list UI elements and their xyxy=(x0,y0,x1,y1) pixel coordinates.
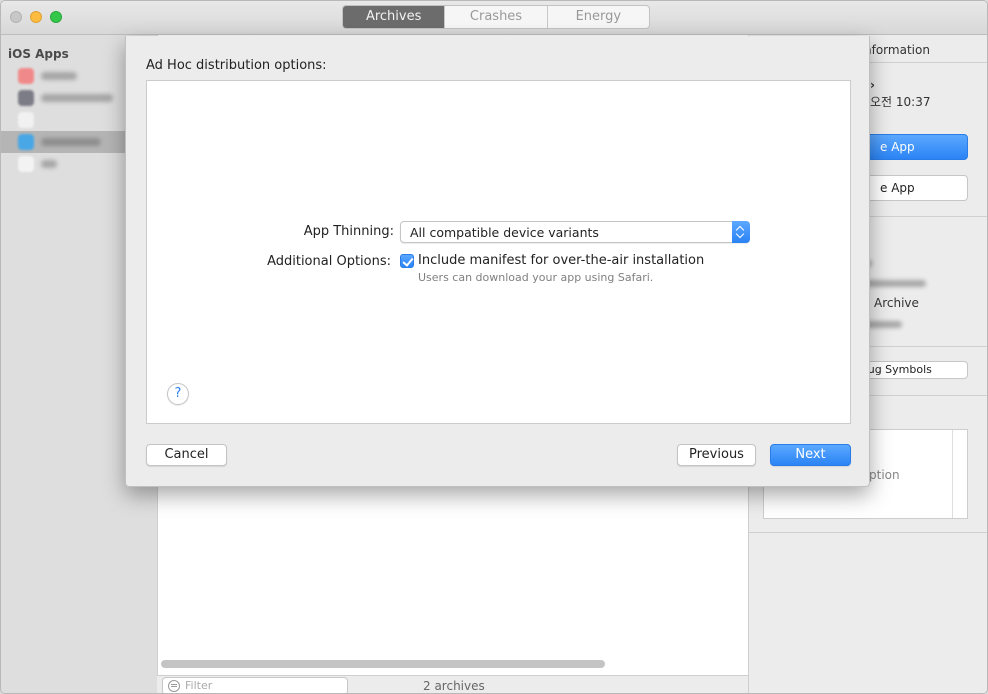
app-thinning-popup[interactable]: All compatible device variants xyxy=(400,221,750,243)
filter-icon xyxy=(168,680,180,692)
minimize-window-button[interactable] xyxy=(30,11,42,23)
organizer-tab-control: Archives Crashes Energy xyxy=(342,5,650,29)
popup-chevron-icon xyxy=(732,221,750,243)
app-icon xyxy=(18,112,34,128)
question-mark-icon: ? xyxy=(174,386,182,401)
filter-placeholder: Filter xyxy=(185,679,213,692)
sidebar-header: iOS Apps xyxy=(8,47,69,61)
tab-energy[interactable]: Energy xyxy=(548,6,649,28)
app-icon xyxy=(18,68,34,84)
next-button[interactable]: Next xyxy=(770,444,851,466)
xcode-organizer-window: Archives Crashes Energy iOS Apps Filter … xyxy=(0,0,988,694)
redacted-app-name xyxy=(41,72,77,80)
divider xyxy=(749,532,987,533)
title-bar: Archives Crashes Energy xyxy=(1,1,987,35)
cancel-button[interactable]: Cancel xyxy=(146,444,227,466)
filter-field[interactable]: Filter xyxy=(162,677,348,693)
redacted-app-name xyxy=(41,94,113,102)
options-panel: App Thinning: All compatible device vari… xyxy=(146,80,851,424)
manifest-checkbox-label[interactable]: Include manifest for over-the-air instal… xyxy=(418,253,704,268)
tab-crashes[interactable]: Crashes xyxy=(445,6,548,28)
redacted-app-name xyxy=(41,138,101,146)
sheet-title: Ad Hoc distribution options: xyxy=(146,58,327,73)
description-placeholder: ption xyxy=(869,468,900,482)
app-thinning-label: App Thinning: xyxy=(303,224,394,239)
archives-footer: Filter 2 archives xyxy=(157,675,748,693)
manifest-help-text: Users can download your app using Safari… xyxy=(418,271,654,284)
archive-count: 2 archives xyxy=(423,679,485,693)
help-button[interactable]: ? xyxy=(167,383,189,405)
distribution-options-sheet: Ad Hoc distribution options: App Thinnin… xyxy=(125,36,870,487)
additional-options-label: Additional Options: xyxy=(267,254,391,269)
previous-button[interactable]: Previous xyxy=(677,444,756,466)
redacted-app-name xyxy=(41,160,57,168)
inspector-section-title: nformation xyxy=(864,43,930,57)
description-scroll-track xyxy=(952,430,953,518)
tab-archives[interactable]: Archives xyxy=(343,6,446,28)
app-icon xyxy=(18,90,34,106)
manifest-checkbox[interactable] xyxy=(400,254,414,268)
close-window-button[interactable] xyxy=(10,11,22,23)
app-thinning-value: All compatible device variants xyxy=(410,225,599,240)
app-icon xyxy=(18,156,34,172)
archive-time: 오전 10:37 xyxy=(870,95,931,109)
zoom-window-button[interactable] xyxy=(50,11,62,23)
app-icon xyxy=(18,134,34,150)
archive-name-fragment: › xyxy=(870,78,875,92)
archive-type: Archive xyxy=(874,296,919,310)
horizontal-scrollbar[interactable] xyxy=(161,660,605,668)
redacted-value xyxy=(862,280,926,287)
